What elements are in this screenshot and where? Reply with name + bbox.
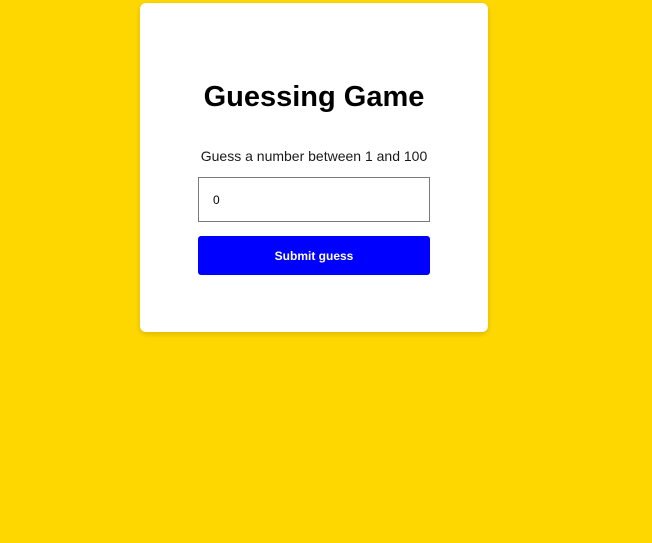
page-title: Guessing Game [203,81,425,113]
guess-input[interactable] [198,177,430,222]
game-card: Guessing Game Guess a number between 1 a… [140,3,488,332]
submit-guess-button[interactable]: Submit guess [198,236,430,275]
guess-prompt: Guess a number between 1 and 100 [200,148,428,164]
